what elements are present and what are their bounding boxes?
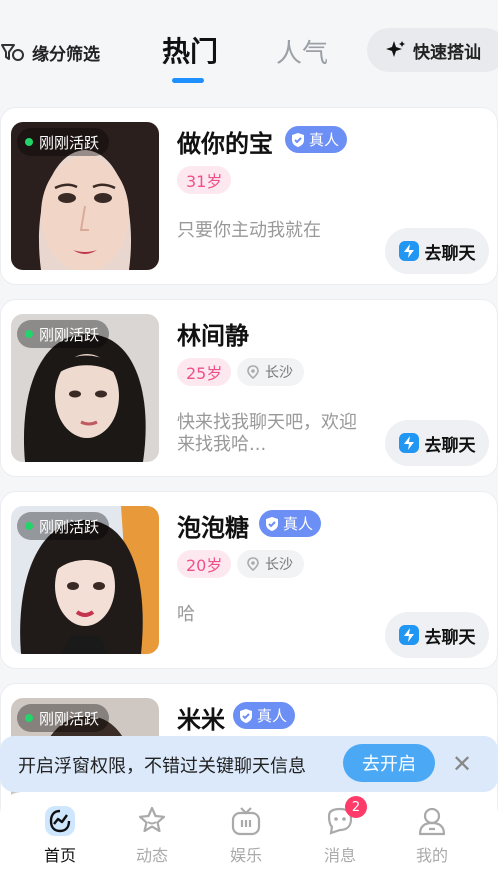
tab-underline (172, 78, 204, 83)
user-bio: 哈 (177, 604, 195, 625)
location-pin-icon (247, 557, 259, 571)
active-status-label: 刚刚活跃 (39, 517, 100, 536)
tv-icon (229, 804, 263, 838)
chat-button[interactable]: 去聊天 (385, 420, 489, 466)
nav-item-messages[interactable]: 2 消息 (310, 796, 370, 866)
message-icon: 2 (323, 796, 367, 838)
verified-label: 真人 (257, 707, 288, 725)
sparkle-icon (386, 41, 405, 57)
verified-label: 真人 (283, 515, 314, 533)
online-dot (25, 714, 33, 722)
active-status-label: 刚刚活跃 (39, 709, 100, 728)
nav-label: 消息 (323, 846, 356, 865)
active-status-badge: 刚刚活跃 (17, 704, 110, 732)
star-icon (135, 804, 169, 838)
chat-label: 去聊天 (424, 243, 476, 264)
user-name[interactable]: 泡泡糖 (177, 508, 249, 543)
chat-button[interactable]: 去聊天 (385, 612, 489, 658)
nav-item-home[interactable]: 首页 (30, 804, 90, 866)
shield-icon (292, 132, 304, 147)
active-status-label: 刚刚活跃 (39, 133, 100, 152)
verified-badge: 真人 (285, 126, 348, 153)
nav-label: 娱乐 (229, 846, 262, 865)
location-tag: 长沙 (237, 550, 304, 578)
filter-label: 缘分筛选 (32, 44, 100, 65)
user-name[interactable]: 林间静 (177, 316, 249, 351)
age-tag: 31岁 (177, 166, 232, 194)
user-name[interactable]: 做你的宝 (177, 124, 273, 159)
active-status-label: 刚刚活跃 (39, 325, 100, 344)
floating-window-permission-banner: 开启浮窗权限，不错过关键聊天信息 去开启 ✕ (0, 736, 498, 792)
profile-icon (415, 804, 449, 838)
online-dot (25, 138, 33, 146)
active-status-badge: 刚刚活跃 (17, 320, 110, 348)
nav-label: 我的 (415, 846, 448, 865)
location-pin-icon (247, 365, 259, 379)
quick-match-button[interactable]: 快速搭讪 (367, 28, 498, 72)
nav-item-moments[interactable]: 动态 (122, 804, 182, 866)
close-icon[interactable]: ✕ (452, 750, 472, 778)
chat-label: 去聊天 (424, 435, 476, 456)
shield-icon (266, 516, 278, 531)
user-bio: 只要你主动我就在 (177, 220, 321, 241)
user-photo[interactable]: 刚刚活跃 (11, 122, 159, 270)
user-name[interactable]: 米米 (177, 700, 225, 735)
lightning-icon (398, 241, 419, 261)
nav-label: 动态 (135, 846, 168, 865)
user-card[interactable]: 刚刚活跃 林间静 25岁 长沙 快来找我聊天吧，欢迎来找我哈... 去聊天 (0, 299, 498, 477)
banner-text: 开启浮窗权限，不错过关键聊天信息 (18, 756, 306, 777)
quick-match-label: 快速搭讪 (413, 42, 481, 63)
chat-label: 去聊天 (424, 627, 476, 648)
home-icon (43, 804, 77, 838)
nav-label: 首页 (43, 846, 76, 865)
filter-button[interactable]: 缘分筛选 (0, 38, 100, 66)
tab-popular[interactable]: 人气 (276, 33, 328, 70)
filter-icon (1, 44, 24, 61)
user-photo[interactable]: 刚刚活跃 (11, 314, 159, 462)
top-bar: 缘分筛选 热门 人气 快速搭讪 (0, 0, 498, 100)
online-dot (25, 522, 33, 530)
shield-icon (240, 708, 252, 723)
verified-badge: 真人 (259, 510, 322, 537)
lightning-icon (398, 433, 419, 453)
verified-label: 真人 (309, 131, 340, 149)
user-bio: 快来找我聊天吧，欢迎来找我哈... (177, 412, 357, 455)
nav-item-entertainment[interactable]: 娱乐 (216, 804, 276, 866)
user-card[interactable]: 刚刚活跃 做你的宝 真人 31岁 只要你主动我就在 去聊天 (0, 107, 498, 285)
online-dot (25, 330, 33, 338)
verified-badge: 真人 (233, 702, 296, 729)
location-tag: 长沙 (237, 358, 304, 386)
lightning-icon (398, 625, 419, 645)
tab-hot[interactable]: 热门 (162, 30, 218, 70)
enable-permission-button[interactable]: 去开启 (343, 744, 435, 782)
chat-button[interactable]: 去聊天 (385, 228, 489, 274)
age-tag: 20岁 (177, 550, 232, 578)
age-tag: 25岁 (177, 358, 232, 386)
active-status-badge: 刚刚活跃 (17, 128, 110, 156)
active-status-badge: 刚刚活跃 (17, 512, 110, 540)
location-label: 长沙 (265, 557, 293, 573)
bottom-nav: 首页 动态 娱乐 2 消息 我的 (0, 792, 498, 880)
nav-item-profile[interactable]: 我的 (402, 804, 462, 866)
location-label: 长沙 (265, 365, 293, 381)
user-photo[interactable]: 刚刚活跃 (11, 506, 159, 654)
user-card[interactable]: 刚刚活跃 泡泡糖 真人 20岁 长沙 哈 去聊天 (0, 491, 498, 669)
unread-badge: 2 (345, 796, 367, 818)
